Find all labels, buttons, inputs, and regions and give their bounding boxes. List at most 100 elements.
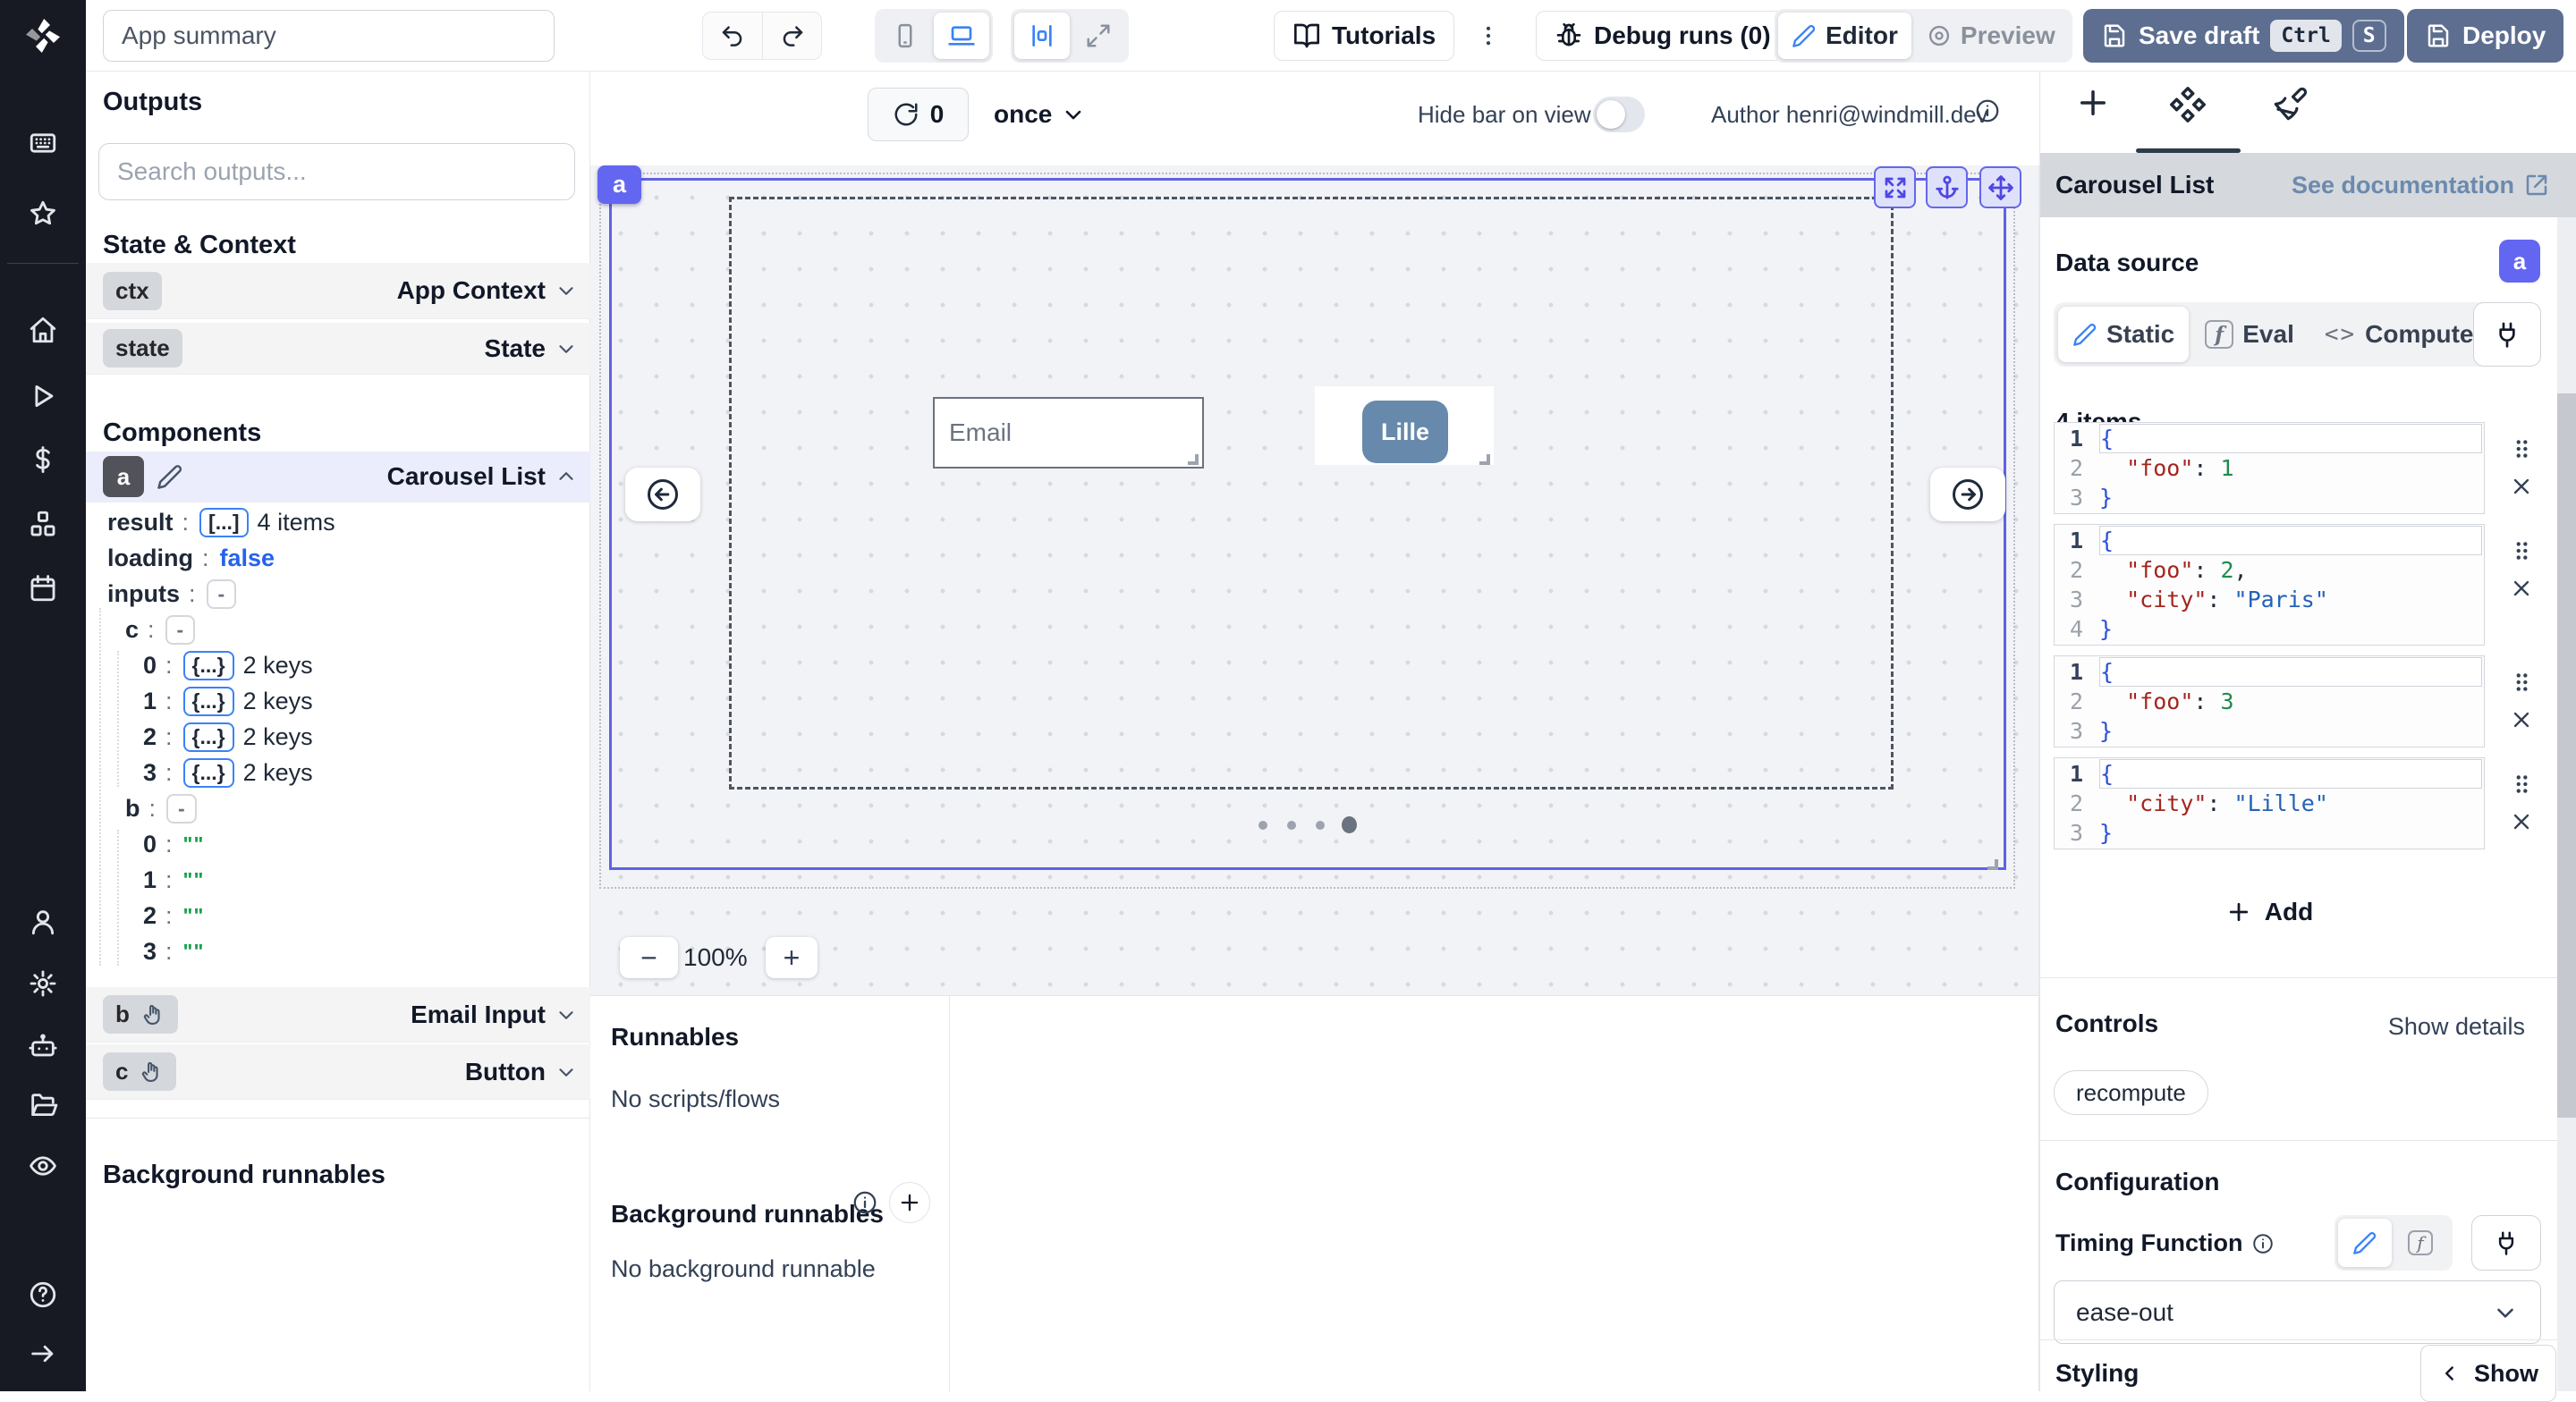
- users-nav-icon[interactable]: [28, 907, 58, 937]
- schedules-nav-icon[interactable]: [28, 573, 58, 604]
- more-menu-button[interactable]: [1470, 18, 1506, 54]
- expand-node-badge[interactable]: {...}: [183, 758, 234, 788]
- eval-mode-button[interactable]: fEval: [2190, 307, 2309, 362]
- delete-item-button[interactable]: [2509, 809, 2534, 834]
- json-editor[interactable]: 1{2 "city": "Lille"3}: [2054, 757, 2485, 849]
- eval-function-button[interactable]: f: [2394, 1219, 2447, 1267]
- output-tree-row[interactable]: inputs:-: [86, 576, 590, 612]
- add-background-runnable-button[interactable]: [889, 1182, 930, 1223]
- settings-gear-icon[interactable]: [28, 968, 58, 999]
- zoom-in-button[interactable]: +: [766, 937, 818, 978]
- refresh-button[interactable]: 0: [868, 88, 969, 141]
- recompute-chip[interactable]: recompute: [2054, 1070, 2208, 1115]
- lille-button-component[interactable]: Lille: [1362, 401, 1448, 463]
- output-tree-row[interactable]: 1:"": [86, 862, 590, 898]
- desktop-view-button[interactable]: [934, 13, 989, 59]
- output-tree-row[interactable]: 1:{...}2 keys: [86, 683, 590, 719]
- collapsed-dash-badge[interactable]: -: [165, 615, 196, 645]
- delete-item-button[interactable]: [2509, 576, 2534, 601]
- help-icon[interactable]: [28, 1280, 58, 1310]
- tutorials-button[interactable]: Tutorials: [1274, 11, 1454, 61]
- resize-handle-icon[interactable]: [1188, 454, 1199, 465]
- expand-node-badge[interactable]: [...]: [199, 508, 249, 537]
- delete-item-button[interactable]: [2509, 707, 2534, 732]
- windmill-logo-icon[interactable]: [21, 14, 64, 57]
- scrollbar-thumb[interactable]: [2557, 393, 2576, 1118]
- output-tree-row[interactable]: c:-: [86, 612, 590, 647]
- code-line[interactable]: }: [2099, 818, 2484, 848]
- code-line[interactable]: }: [2099, 716, 2484, 746]
- see-documentation-link[interactable]: See documentation: [2292, 172, 2550, 199]
- output-tree-row[interactable]: 0:{...}2 keys: [86, 647, 590, 683]
- apps-nav-icon[interactable]: [28, 128, 58, 158]
- full-width-button[interactable]: [1072, 13, 1125, 59]
- zoom-out-button[interactable]: −: [620, 937, 678, 978]
- expand-sidebar-arrow-icon[interactable]: [28, 1339, 58, 1369]
- favorites-star-icon[interactable]: [28, 198, 58, 229]
- delete-item-button[interactable]: [2509, 474, 2534, 499]
- carousel-item-container[interactable]: [729, 197, 1894, 790]
- code-line[interactable]: {: [2099, 424, 2482, 453]
- show-details-link[interactable]: Show details: [2388, 1013, 2525, 1041]
- variables-nav-icon[interactable]: [28, 444, 58, 475]
- code-line[interactable]: {: [2099, 759, 2482, 789]
- output-tree-row[interactable]: 3:{...}2 keys: [86, 755, 590, 790]
- center-content-button[interactable]: [1014, 13, 1070, 59]
- button-component-cell[interactable]: Lille: [1315, 386, 1494, 465]
- expand-node-badge[interactable]: {...}: [183, 687, 234, 716]
- json-editor[interactable]: 1{2 "foo": 13}: [2054, 422, 2485, 514]
- ctx-row[interactable]: ctx App Context: [86, 263, 590, 319]
- static-mode-button[interactable]: Static: [2058, 307, 2189, 362]
- code-line[interactable]: {: [2099, 657, 2482, 687]
- deploy-button[interactable]: Deploy: [2407, 9, 2563, 63]
- redo-button[interactable]: [762, 13, 821, 59]
- output-tree-row[interactable]: 2:"": [86, 898, 590, 933]
- compute-mode-button[interactable]: <>Compute: [2310, 307, 2488, 362]
- output-tree-row[interactable]: 2:{...}2 keys: [86, 719, 590, 755]
- state-row[interactable]: state State: [86, 323, 590, 375]
- email-input-component[interactable]: [933, 397, 1204, 469]
- move-component-button[interactable]: [1979, 166, 2021, 208]
- runs-nav-icon[interactable]: [28, 381, 58, 411]
- carousel-prev-button[interactable]: [625, 468, 700, 521]
- carousel-dot[interactable]: [1287, 821, 1296, 830]
- output-tree-row[interactable]: loading:false: [86, 540, 590, 576]
- carousel-dot[interactable]: [1316, 821, 1325, 830]
- design-canvas[interactable]: a Lille − 100% +: [590, 165, 2038, 995]
- expand-component-button[interactable]: [1874, 166, 1916, 208]
- debug-runs-button[interactable]: Debug runs (0): [1536, 11, 1790, 61]
- styling-tab[interactable]: [2271, 86, 2309, 123]
- expand-node-badge[interactable]: {...}: [183, 722, 234, 752]
- connect-plug-button[interactable]: [2473, 302, 2541, 367]
- resize-handle-icon[interactable]: [1987, 859, 1998, 870]
- resources-nav-icon[interactable]: [28, 509, 58, 539]
- hide-bar-toggle[interactable]: [1593, 97, 1645, 132]
- app-summary-input[interactable]: [103, 10, 555, 62]
- add-item-button[interactable]: Add: [2054, 891, 2485, 933]
- static-pencil-button[interactable]: [2338, 1219, 2392, 1267]
- code-line[interactable]: "city": "Paris": [2099, 585, 2484, 614]
- drag-handle-icon[interactable]: [2510, 770, 2533, 798]
- timing-function-select[interactable]: ease-out: [2054, 1280, 2541, 1344]
- output-tree-row[interactable]: result:[...]4 items: [86, 504, 590, 540]
- code-line[interactable]: {: [2099, 526, 2482, 555]
- carousel-next-button[interactable]: [1930, 468, 2005, 521]
- output-tree-row[interactable]: b:-: [86, 790, 590, 826]
- anchor-component-button[interactable]: [1926, 166, 1968, 208]
- rename-pencil-icon[interactable]: [157, 463, 183, 490]
- code-line[interactable]: "foo": 1: [2099, 453, 2484, 483]
- insert-component-tab[interactable]: [2074, 84, 2112, 122]
- collapsed-dash-badge[interactable]: -: [166, 794, 197, 823]
- search-outputs-input[interactable]: [98, 143, 575, 200]
- code-line[interactable]: }: [2099, 483, 2484, 512]
- code-line[interactable]: "foo": 2,: [2099, 555, 2484, 585]
- info-icon[interactable]: [852, 1189, 878, 1216]
- info-icon[interactable]: [1974, 97, 2001, 124]
- workers-nav-icon[interactable]: [28, 1031, 58, 1061]
- connect-plug-button[interactable]: [2471, 1215, 2541, 1271]
- carousel-dot[interactable]: [1258, 821, 1267, 830]
- collapsed-dash-badge[interactable]: -: [207, 579, 237, 609]
- component-settings-tab[interactable]: [2167, 84, 2208, 125]
- json-editor[interactable]: 1{2 "foo": 2,3 "city": "Paris"4}: [2054, 524, 2485, 646]
- component-c-row[interactable]: c Button: [86, 1044, 590, 1100]
